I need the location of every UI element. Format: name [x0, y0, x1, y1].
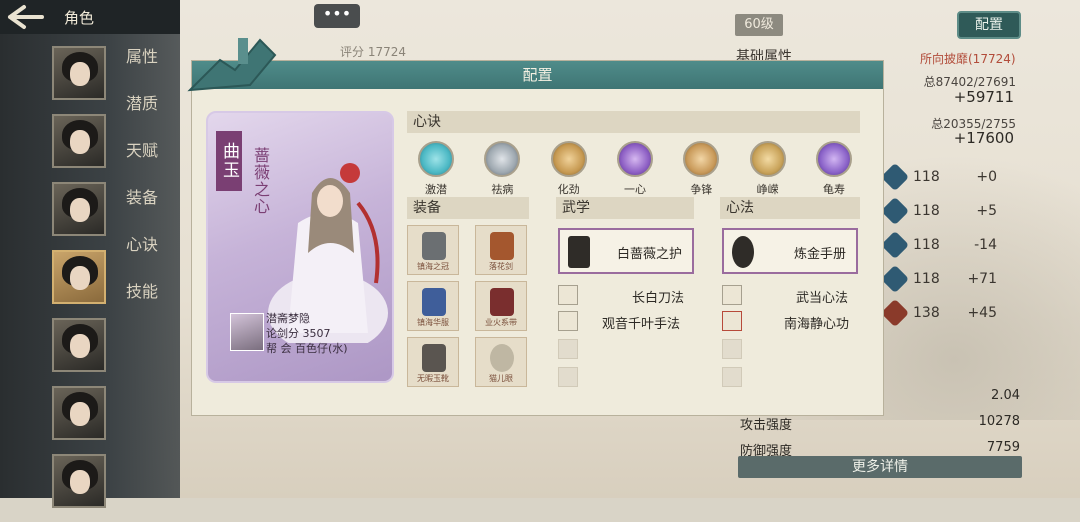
attribute-icon	[880, 264, 910, 294]
avatar	[230, 313, 264, 351]
config-modal: 配置 曲玉 蔷薇之心 潜斋梦隐 论剑分 3507 帮 会 百色仔(水) 心诀 激…	[191, 60, 884, 416]
page-title: 角色	[64, 9, 95, 27]
xinfa-header: 心法	[720, 197, 860, 219]
stat-delta-1: +59711	[953, 88, 1014, 106]
equip-grid: 镇海之冠 落花剑 镇海华服 业火系带 无暇玉靴 猫儿眼	[407, 225, 529, 387]
equip-slot[interactable]: 镇海华服	[407, 281, 459, 331]
skill-icon	[815, 141, 852, 177]
player-score: 论剑分 3507	[266, 327, 331, 340]
player-name: 潜斋梦隐	[266, 312, 310, 325]
stat-delta-2: +17600	[953, 129, 1014, 147]
martial-header: 武学	[556, 197, 694, 219]
xinjue-header: 心诀	[407, 111, 860, 133]
card-info: 潜斋梦隐 论剑分 3507 帮 会 百色仔(水)	[266, 311, 348, 356]
attribute-icon	[880, 230, 910, 260]
character-card[interactable]: 曲玉 蔷薇之心 潜斋梦隐 论剑分 3507 帮 会 百色仔(水)	[206, 111, 394, 383]
attribute-icon	[880, 162, 910, 192]
config-button[interactable]: 配置	[957, 11, 1021, 39]
xinfa-item-icon	[722, 285, 742, 305]
modal-ornament-icon	[187, 38, 277, 92]
tab-equipment[interactable]: 装备	[126, 187, 158, 234]
character-portrait[interactable]	[52, 182, 106, 236]
character-portrait-active[interactable]	[52, 250, 106, 304]
martial-item[interactable]: 观音千叶手法	[558, 311, 694, 333]
skill-icon	[749, 141, 786, 177]
skill-item[interactable]: 龟寿	[808, 141, 860, 197]
skill-item[interactable]: 激潜	[410, 141, 462, 197]
skill-icon	[418, 141, 454, 177]
score-label: 评分 17724	[340, 45, 406, 59]
equip-header: 装备	[407, 197, 529, 219]
side-tabs: 属性 潜质 天赋 装备 心诀 技能	[126, 46, 158, 328]
attribute-row: 118 +0	[880, 160, 997, 194]
arrow-left-icon	[8, 5, 44, 29]
tab-potential[interactable]: 潜质	[126, 93, 158, 140]
character-portrait[interactable]	[52, 386, 106, 440]
martial-main-slot[interactable]: 白蔷薇之护	[558, 228, 694, 274]
equip-slot[interactable]: 镇海之冠	[407, 225, 459, 275]
attribute-rows: 118 +0 118 +5 118 -14 118 +71 138 +45	[880, 160, 997, 330]
attribute-icon	[880, 196, 910, 226]
more-details-button[interactable]: 更多详情	[738, 456, 1022, 478]
skill-icon	[683, 141, 720, 177]
character-portrait[interactable]	[52, 46, 106, 100]
power-note: 所向披靡(17724)	[920, 52, 1016, 66]
equip-slot[interactable]: 落花剑	[475, 225, 527, 275]
skill-item[interactable]: 一心	[609, 141, 661, 197]
attribute-icon	[880, 298, 910, 328]
skill-icon	[616, 141, 653, 177]
back-button[interactable]	[6, 4, 52, 30]
card-name: 曲玉	[216, 131, 242, 191]
top-bar: 角色	[0, 0, 180, 34]
skill-item[interactable]: 祛病	[476, 141, 528, 197]
attribute-row: 118 +71	[880, 262, 997, 296]
player-guild: 帮 会 百色仔(水)	[266, 342, 348, 355]
attribute-row: 118 +5	[880, 194, 997, 228]
character-list	[52, 46, 108, 522]
tab-talent[interactable]: 天赋	[126, 140, 158, 187]
chat-button[interactable]: •••	[314, 4, 360, 28]
equip-slot[interactable]: 无暇玉靴	[407, 337, 459, 387]
empty-slot[interactable]	[558, 367, 578, 387]
martial-item-icon	[558, 311, 578, 331]
xinfa-item-icon	[722, 311, 742, 331]
character-portrait[interactable]	[52, 318, 106, 372]
xinfa-item[interactable]: 武当心法	[722, 285, 860, 307]
tab-xinjue[interactable]: 心诀	[126, 234, 158, 281]
skill-item[interactable]: 峥嵘	[742, 141, 794, 197]
equip-slot[interactable]: 猫儿眼	[475, 337, 527, 387]
tab-attributes[interactable]: 属性	[126, 46, 158, 93]
empty-slot[interactable]	[558, 339, 578, 359]
stat-row: 攻击强度 10278	[740, 414, 1020, 433]
card-title: 蔷薇之心	[251, 147, 270, 215]
skill-icon	[484, 141, 521, 177]
empty-slot[interactable]	[722, 339, 742, 359]
character-portrait[interactable]	[52, 114, 106, 168]
xinfa-item[interactable]: 南海静心功	[722, 311, 860, 333]
xinfa-icon	[732, 236, 754, 268]
skill-item[interactable]: 化劲	[543, 141, 595, 197]
character-portrait[interactable]	[52, 454, 106, 508]
level-badge: 60级	[735, 14, 783, 36]
tab-skills[interactable]: 技能	[126, 281, 158, 328]
attribute-row: 118 -14	[880, 228, 997, 262]
xinfa-main-slot[interactable]: 炼金手册	[722, 228, 858, 274]
empty-slot[interactable]	[722, 367, 742, 387]
attribute-row: 138 +45	[880, 296, 997, 330]
martial-item-icon	[558, 285, 578, 305]
martial-icon	[568, 236, 590, 268]
skill-item[interactable]: 争锋	[675, 141, 727, 197]
skill-icon	[550, 141, 587, 177]
equip-slot[interactable]: 业火系带	[475, 281, 527, 331]
martial-item[interactable]: 长白刀法	[558, 285, 694, 307]
modal-title: 配置	[192, 61, 883, 89]
xinjue-skills: 激潜 祛病 化劲 一心 争锋 峥嵘 龟寿	[410, 141, 860, 197]
